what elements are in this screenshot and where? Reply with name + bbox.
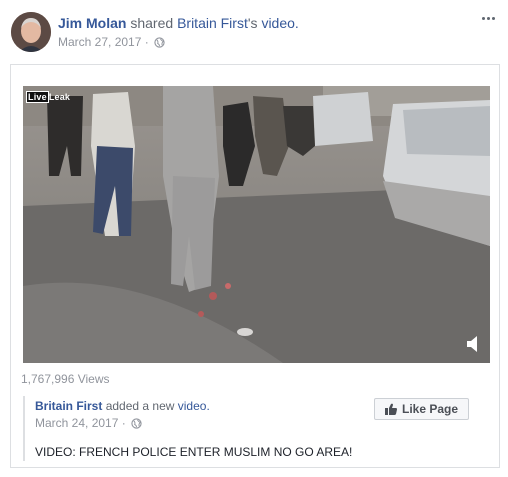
original-timestamp[interactable]: March 24, 2017 bbox=[35, 416, 118, 430]
globe-icon[interactable] bbox=[131, 418, 142, 429]
original-page-link[interactable]: Britain First bbox=[35, 399, 102, 413]
author-name-link[interactable]: Jim Molan bbox=[58, 15, 126, 31]
shared-page-name[interactable]: Britain First bbox=[177, 15, 248, 31]
original-caption: VIDEO: FRENCH POLICE ENTER MUSLIM NO GO … bbox=[35, 445, 353, 459]
original-date-line: March 24, 2017 · bbox=[35, 415, 142, 431]
original-object-link[interactable]: video. bbox=[178, 399, 210, 413]
original-action-text: added a new bbox=[105, 399, 175, 413]
more-dot bbox=[481, 16, 485, 20]
like-page-label: Like Page bbox=[401, 402, 459, 416]
shared-page-link[interactable]: Britain First's bbox=[177, 15, 257, 31]
original-post-header: Britain First added a new video. bbox=[35, 398, 210, 414]
more-dot bbox=[486, 16, 490, 20]
post-date-line: March 27, 2017 · bbox=[58, 34, 165, 50]
watermark-live: Live bbox=[26, 91, 49, 103]
shared-content-box: Live Leak 1,767,996 Views Britain First a… bbox=[10, 64, 500, 468]
facebook-post: Jim Molan shared Britain First's video. … bbox=[0, 0, 508, 477]
thumbs-up-icon bbox=[384, 403, 397, 415]
shared-object-link[interactable]: video. bbox=[261, 15, 298, 31]
volume-icon[interactable] bbox=[466, 335, 482, 353]
action-text: shared bbox=[130, 15, 174, 31]
more-dot bbox=[491, 16, 495, 20]
post-timestamp[interactable]: March 27, 2017 bbox=[58, 35, 141, 49]
date-separator: · bbox=[144, 35, 149, 49]
liveleak-watermark: Live Leak bbox=[26, 91, 71, 103]
post-header: Jim Molan shared Britain First's video. bbox=[58, 14, 299, 32]
watermark-leak: Leak bbox=[48, 92, 71, 102]
author-avatar[interactable] bbox=[11, 12, 51, 52]
more-options-button[interactable] bbox=[478, 10, 498, 26]
video-player[interactable]: Live Leak bbox=[23, 86, 490, 363]
view-count: 1,767,996 Views bbox=[21, 372, 110, 386]
globe-icon[interactable] bbox=[154, 37, 165, 48]
original-date-separator: · bbox=[121, 416, 126, 430]
video-frame bbox=[23, 86, 490, 363]
like-page-button[interactable]: Like Page bbox=[374, 398, 469, 420]
possessive-suffix: 's bbox=[247, 15, 258, 31]
